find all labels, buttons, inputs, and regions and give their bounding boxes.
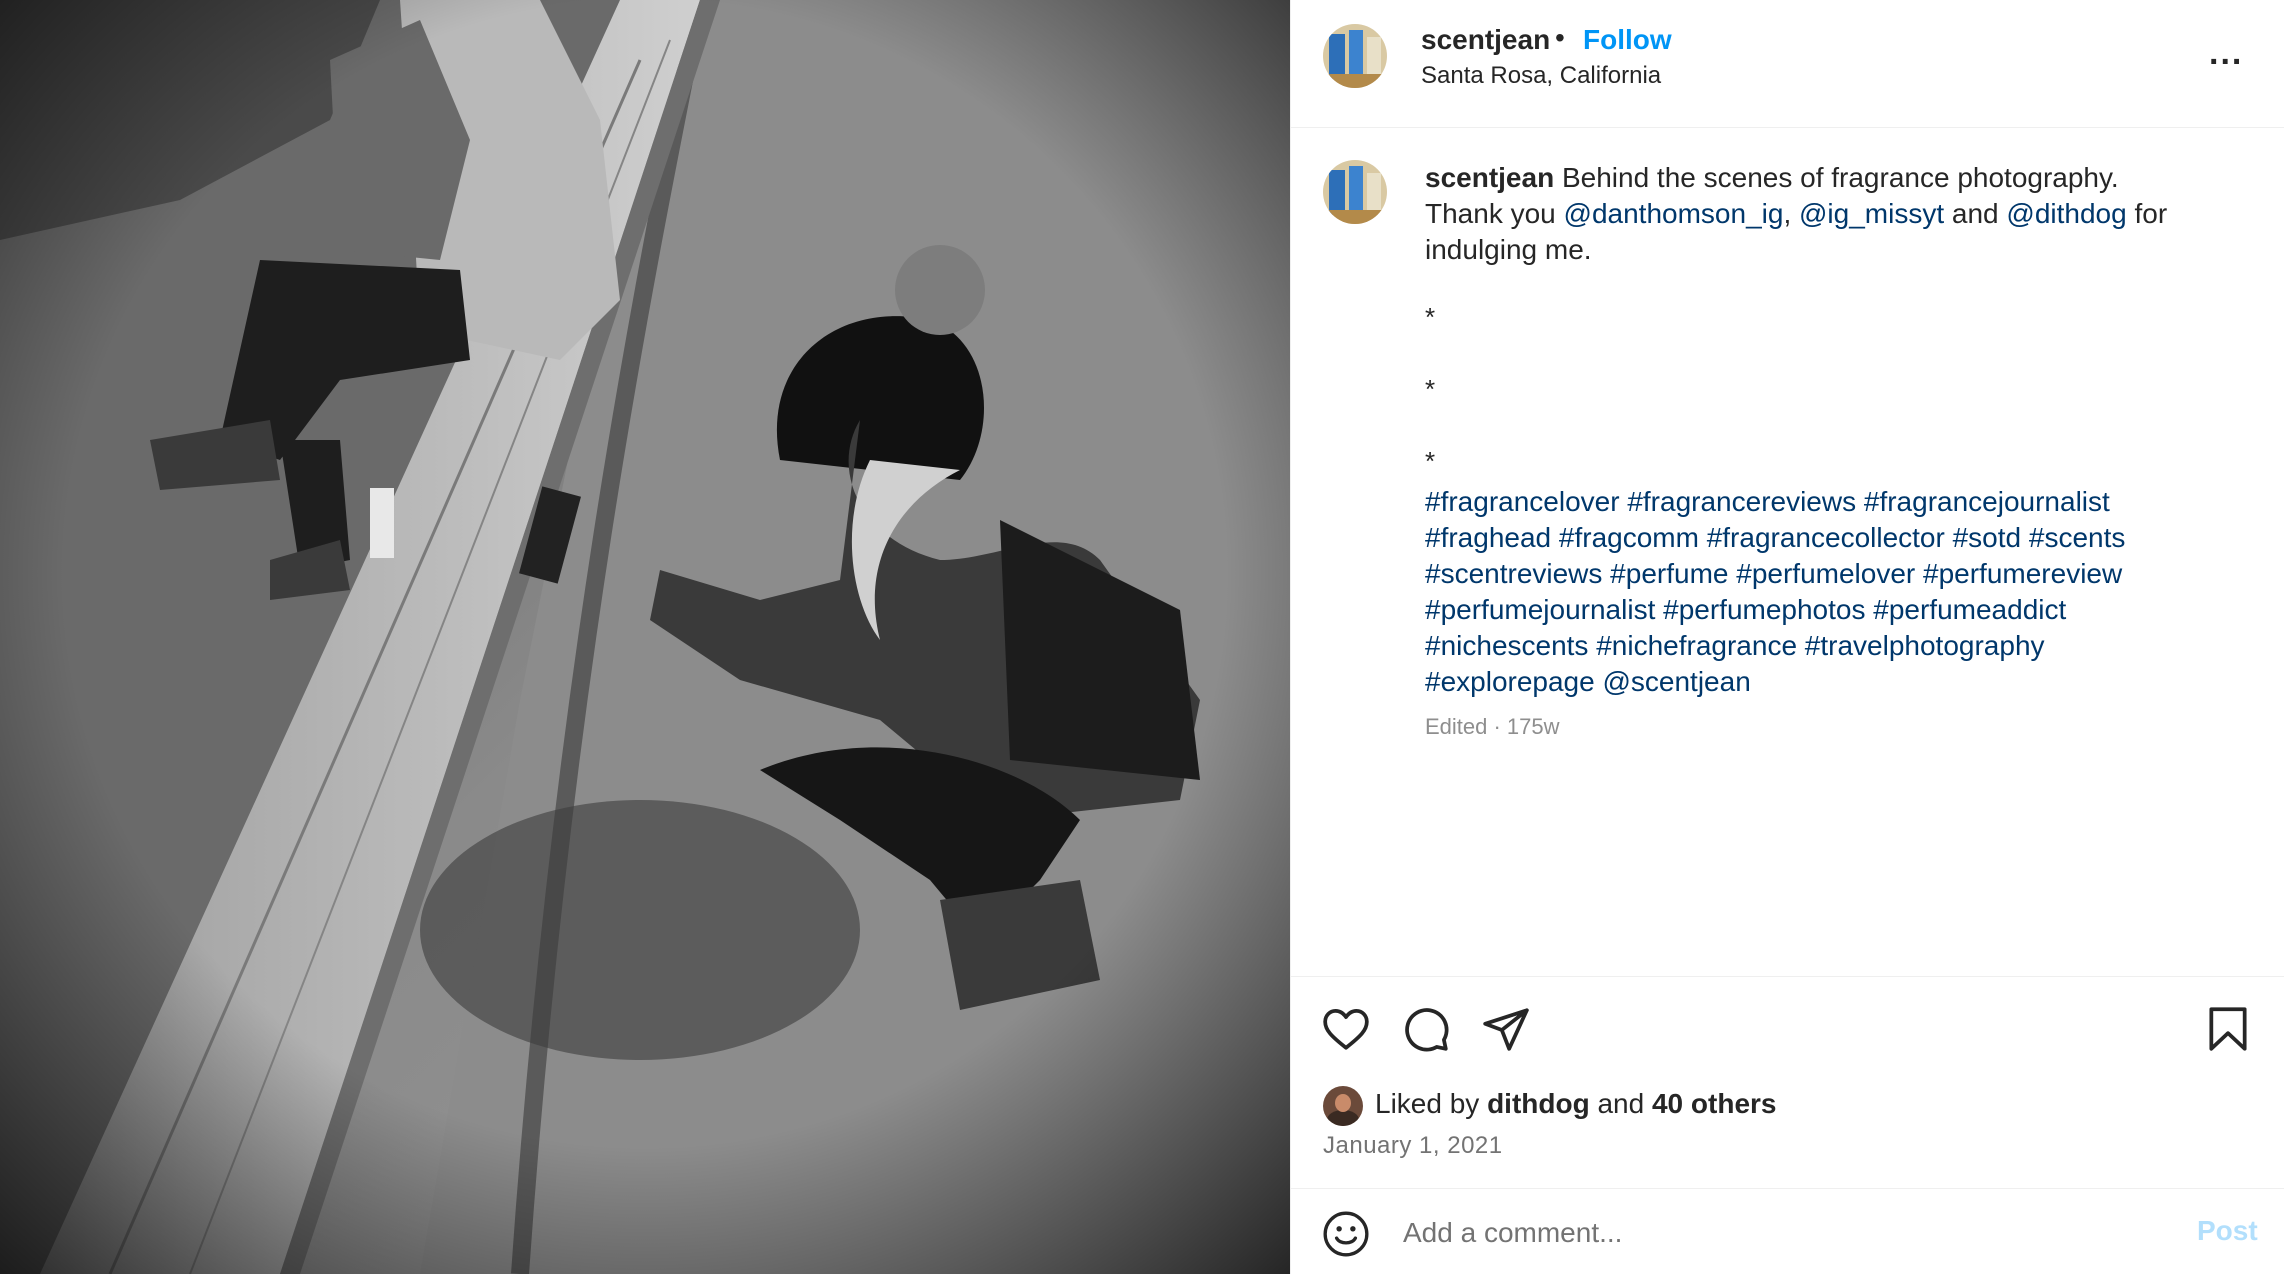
hashtag-line[interactable]: #scentreviews #perfume #perfumelover #pe… [1425, 556, 2245, 592]
comment-input[interactable] [1403, 1213, 2163, 1253]
photo-illustration [0, 0, 1290, 1274]
post-caption: scentjean Behind the scenes of fragrance… [1425, 160, 2245, 268]
comment-icon[interactable] [1401, 1004, 1451, 1054]
hashtag-line[interactable]: #nichescents #nichefragrance #travelphot… [1425, 628, 2245, 664]
caption-username[interactable]: scentjean [1425, 162, 1554, 193]
actions-divider [1291, 976, 2284, 977]
post-photo[interactable] [0, 0, 1290, 1274]
caption-star: * [1425, 374, 1436, 404]
edited-timestamp: Edited · 175w [1425, 714, 1560, 739]
heart-icon[interactable] [1321, 1004, 1371, 1054]
emoji-icon[interactable] [1321, 1209, 1371, 1259]
likes-prefix: Liked by [1375, 1088, 1488, 1119]
share-icon[interactable] [1481, 1004, 1531, 1054]
likes-others-link[interactable]: 40 others [1652, 1088, 1777, 1119]
caption-line-1: scentjean Behind the scenes of fragrance… [1425, 160, 2245, 196]
caption-star: * [1425, 302, 1436, 332]
caption-comma: , [1783, 198, 1799, 229]
more-options-icon[interactable]: ... [2209, 34, 2243, 73]
hashtag-line[interactable]: #fragrancelover #fragrancereviews #fragr… [1425, 484, 2245, 520]
caption-thank-text: Thank you [1425, 198, 1564, 229]
likes-summary: Liked by dithdog and 40 others [1375, 1088, 1776, 1120]
liker-avatar[interactable] [1323, 1086, 1363, 1126]
post-header: scentjean • Follow Santa Rosa, Californi… [1291, 0, 2284, 128]
caption-text: Behind the scenes of fragrance photograp… [1561, 162, 2119, 193]
caption-for-text: for [2126, 198, 2168, 229]
post-date: January 1, 2021 [1323, 1132, 1503, 1159]
caption-line-2: Thank you @danthomson_ig, @ig_missyt and… [1425, 196, 2245, 232]
mention-link[interactable]: @ig_missyt [1799, 198, 1944, 229]
mention-link[interactable]: @dithdog [2006, 198, 2126, 229]
bookmark-icon[interactable] [2203, 1004, 2253, 1054]
caption-line-3: indulging me. [1425, 234, 1592, 265]
liker-username[interactable]: dithdog [1487, 1088, 1590, 1119]
mention-link[interactable]: @danthomson_ig [1564, 198, 1784, 229]
comment-bar: Post [1291, 1188, 2284, 1274]
hashtag-line[interactable]: #fraghead #fragcomm #fragrancecollector … [1425, 520, 2245, 556]
caption-author-avatar[interactable] [1323, 160, 1387, 224]
post-side-panel: scentjean • Follow Santa Rosa, Californi… [1290, 0, 2284, 1274]
hashtag-line[interactable]: #perfumejournalist #perfumephotos #perfu… [1425, 592, 2245, 628]
hashtag-block: #fragrancelover #fragrancereviews #fragr… [1425, 484, 2245, 700]
caption-star: * [1425, 446, 1436, 476]
hashtag-line[interactable]: #explorepage @scentjean [1425, 664, 2245, 700]
header-separator: • [1555, 22, 1565, 53]
author-username[interactable]: scentjean [1421, 24, 1550, 56]
author-avatar[interactable] [1323, 24, 1387, 88]
post-comment-button[interactable]: Post [2197, 1215, 2258, 1247]
post-location[interactable]: Santa Rosa, California [1421, 62, 1661, 90]
likes-middle: and [1589, 1088, 1652, 1119]
caption-and-text: and [1944, 198, 2007, 229]
post-dialog: scentjean • Follow Santa Rosa, Californi… [0, 0, 2284, 1274]
follow-button[interactable]: Follow [1583, 24, 1672, 56]
